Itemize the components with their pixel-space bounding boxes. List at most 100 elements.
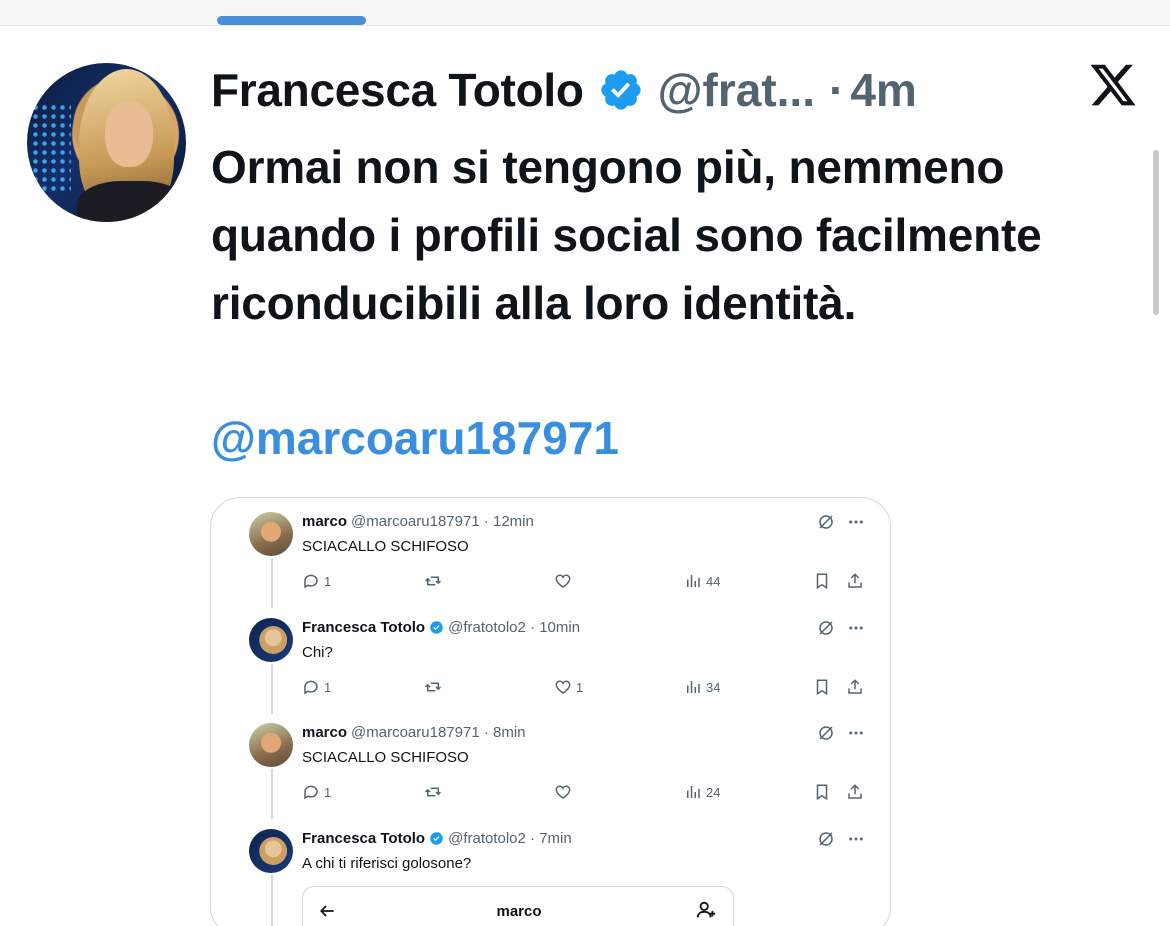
share-button[interactable] xyxy=(846,572,864,590)
tweet-body: SCIACALLO SCHIFOSO xyxy=(302,538,469,555)
avatar[interactable] xyxy=(249,829,293,873)
grok-icon[interactable] xyxy=(817,724,835,742)
x-logo-icon[interactable] xyxy=(1088,60,1138,110)
share-button[interactable] xyxy=(846,678,864,696)
bookmark-icon xyxy=(816,573,828,590)
user-handle-time: @fratotolo2 · 10min xyxy=(448,619,581,636)
share-icon xyxy=(848,784,862,799)
tweet-body: A chi ti riferisci golosone? xyxy=(302,855,472,872)
views-button[interactable]: 44 xyxy=(684,572,720,590)
views-chart-icon xyxy=(687,681,700,693)
verified-badge-icon xyxy=(601,70,641,110)
views-chart-icon xyxy=(687,575,700,587)
like-button[interactable] xyxy=(554,572,576,590)
heart-icon xyxy=(555,785,571,799)
thread-tweet[interactable]: Francesca Totolo @fratotolo2 · 10min Chi… xyxy=(211,604,890,709)
user-name[interactable]: marco xyxy=(302,724,347,741)
avatar-shirt xyxy=(77,181,186,222)
author-avatar[interactable] xyxy=(27,63,186,222)
tweet-tools xyxy=(817,830,865,848)
user-handle-time: @marcoaru187971 · 12min xyxy=(351,513,534,530)
author-handle[interactable]: @frat... xyxy=(658,63,815,117)
tweet-header: Francesca Totolo @frat... · 4m xyxy=(211,60,917,120)
action-bar: 1 44 xyxy=(302,572,872,592)
reply-button[interactable]: 1 xyxy=(302,678,331,696)
top-strip xyxy=(0,0,1170,26)
verified-badge-icon xyxy=(430,832,443,845)
share-icon xyxy=(848,679,862,694)
thread-tweet[interactable]: marco @marcoaru187971 · 12min SCIACALLO … xyxy=(211,498,890,603)
author-name[interactable]: Francesca Totolo xyxy=(211,63,584,117)
top-tab-indicator[interactable] xyxy=(217,16,366,25)
mention-link[interactable]: @marcoaru187971 xyxy=(211,404,619,472)
thread-tweet[interactable]: marco @marcoaru187971 · 8min SCIACALLO S… xyxy=(211,709,890,814)
bookmark-icon xyxy=(816,784,828,801)
dot-separator: · xyxy=(828,64,845,116)
grok-icon[interactable] xyxy=(817,830,835,848)
add-user-icon[interactable] xyxy=(695,899,717,921)
verified-badge-icon xyxy=(430,621,443,634)
reply-count: 1 xyxy=(324,573,332,589)
bookmark-button[interactable] xyxy=(813,572,831,590)
like-button[interactable]: 1 xyxy=(554,678,583,696)
heart-icon xyxy=(555,574,571,588)
more-icon[interactable] xyxy=(847,724,865,742)
tweet-body: SCIACALLO SCHIFOSO xyxy=(302,749,469,766)
share-icon xyxy=(848,573,862,588)
action-bar: 1 1 34 xyxy=(302,678,872,698)
profile-title: marco xyxy=(496,903,542,920)
views-count: 24 xyxy=(706,784,721,800)
views-button[interactable]: 24 xyxy=(684,783,720,801)
reply-icon xyxy=(304,785,318,800)
embedded-screenshot[interactable]: marco @marcoaru187971 · 12min SCIACALLO … xyxy=(210,497,891,926)
user-name[interactable]: Francesca Totolo xyxy=(302,830,425,847)
tweet-meta: marco @marcoaru187971 · 8min xyxy=(302,724,526,741)
reply-count: 1 xyxy=(324,784,332,800)
bookmark-icon xyxy=(816,679,828,696)
retweet-icon xyxy=(424,576,442,586)
views-count: 44 xyxy=(706,573,721,589)
grok-icon[interactable] xyxy=(817,619,835,637)
avatar[interactable] xyxy=(249,723,293,767)
retweet-icon xyxy=(424,787,442,797)
views-count: 34 xyxy=(706,679,721,695)
like-count: 1 xyxy=(576,679,584,695)
profile-preview-card[interactable]: marco xyxy=(302,886,734,926)
action-bar: 1 24 xyxy=(302,783,872,803)
user-name[interactable]: marco xyxy=(302,513,347,530)
user-handle-time: @fratotolo2 · 7min xyxy=(448,830,572,847)
more-icon[interactable] xyxy=(847,619,865,637)
reply-icon xyxy=(304,574,318,589)
avatar[interactable] xyxy=(249,512,293,556)
user-handle-time: @marcoaru187971 · 8min xyxy=(351,724,526,741)
grok-icon[interactable] xyxy=(817,513,835,531)
views-button[interactable]: 34 xyxy=(684,678,720,696)
reply-button[interactable]: 1 xyxy=(302,572,331,590)
like-button[interactable] xyxy=(554,783,576,801)
tweet-meta: Francesca Totolo @fratotolo2 · 7min xyxy=(302,830,572,847)
tweet-tools xyxy=(817,724,865,742)
tweet-tools xyxy=(817,619,865,637)
tweet-meta: Francesca Totolo @fratotolo2 · 10min xyxy=(302,619,580,636)
bookmark-button[interactable] xyxy=(813,678,831,696)
reply-button[interactable]: 1 xyxy=(302,783,331,801)
tweet-meta: marco @marcoaru187971 · 12min xyxy=(302,513,534,530)
retweet-icon xyxy=(424,682,442,692)
avatar-face xyxy=(105,101,153,167)
bookmark-button[interactable] xyxy=(813,783,831,801)
share-button[interactable] xyxy=(846,783,864,801)
tweet-body: Chi? xyxy=(302,644,333,661)
retweet-button[interactable] xyxy=(424,783,446,801)
heart-icon xyxy=(555,680,571,694)
user-name[interactable]: Francesca Totolo xyxy=(302,619,425,636)
more-icon[interactable] xyxy=(847,513,865,531)
scrollbar[interactable] xyxy=(1153,150,1159,315)
reply-icon xyxy=(304,680,318,695)
more-icon[interactable] xyxy=(847,830,865,848)
views-chart-icon xyxy=(687,786,700,798)
tweet-timestamp[interactable]: 4m xyxy=(850,63,916,117)
tweet-tools xyxy=(817,513,865,531)
avatar[interactable] xyxy=(249,618,293,662)
retweet-button[interactable] xyxy=(424,678,446,696)
retweet-button[interactable] xyxy=(424,572,446,590)
